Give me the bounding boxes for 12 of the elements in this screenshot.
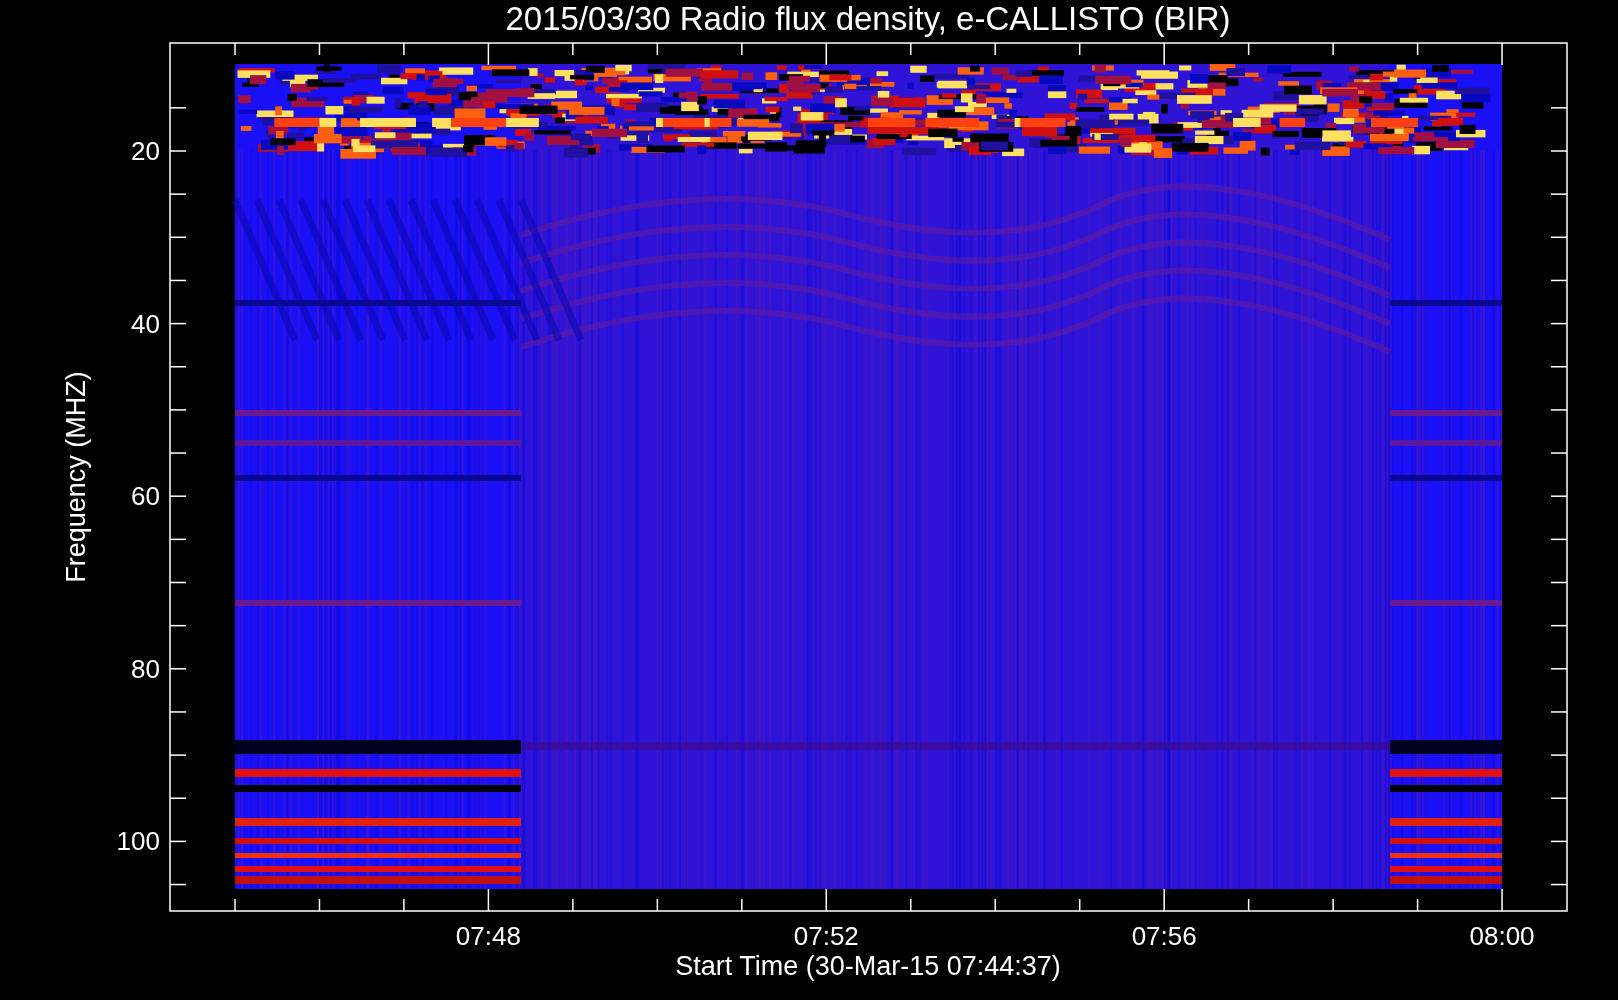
y-tick-label: 40 (131, 308, 160, 339)
plot-title: 2015/03/30 Radio flux density, e-CALLISTO (BIR) (505, 0, 1231, 37)
y-tick-label: 20 (131, 136, 160, 166)
y-axis-label: Frequency (MHZ) (61, 371, 91, 583)
y-tick-label: 60 (131, 481, 160, 512)
x-tick-label: 07:48 (455, 921, 521, 951)
x-tick-label: 07:52 (793, 921, 859, 951)
y-tick-label: 80 (131, 653, 160, 684)
x-tick-label: 07:56 (1131, 921, 1197, 951)
x-axis-label: Start Time (30-Mar-15 07:44:37) (675, 951, 1061, 981)
x-tick-label: 08:00 (1469, 921, 1535, 951)
y-tick-label: 100 (116, 826, 160, 857)
